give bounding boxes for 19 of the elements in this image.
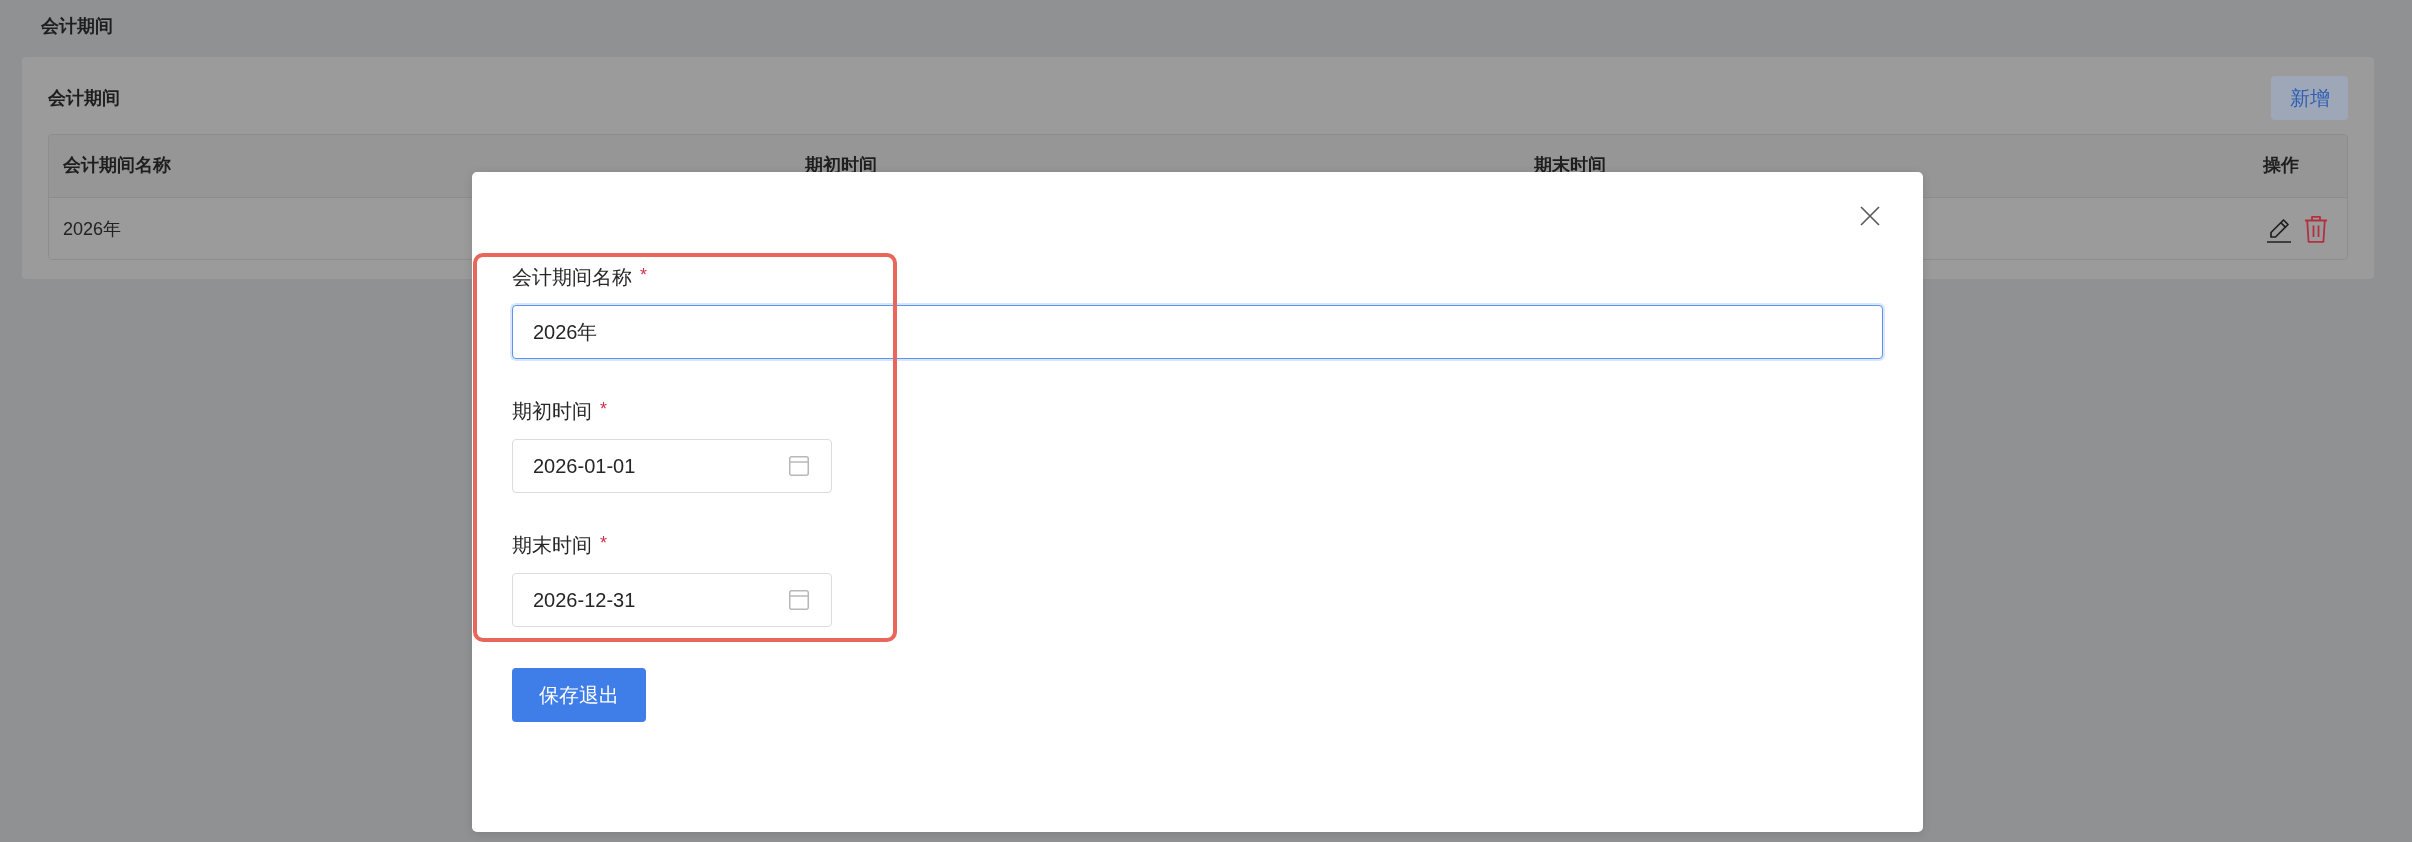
required-mark: * <box>640 266 647 284</box>
close-icon[interactable] <box>1860 206 1880 226</box>
field-label: 期末时间 <box>512 533 592 557</box>
required-mark: * <box>600 534 607 552</box>
required-mark: * <box>600 400 607 418</box>
calendar-icon <box>789 456 809 476</box>
date-field[interactable]: 2026-01-01 <box>512 439 832 493</box>
column-header: 操作 <box>2263 154 2299 177</box>
page-title: 会计期间 <box>40 15 113 38</box>
date-field[interactable]: 2026-12-31 <box>512 573 832 627</box>
table-cell-text: 2026年 <box>63 217 122 241</box>
field-label: 期初时间 <box>512 399 592 423</box>
card-title: 会计期间 <box>48 87 120 110</box>
column-header: 期末时间 <box>1534 154 1606 177</box>
save-button[interactable]: 保存退出 <box>512 668 646 722</box>
field-label: 会计期间名称 <box>512 265 632 289</box>
calendar-icon <box>789 590 809 610</box>
column-header: 会计期间名称 <box>63 154 171 177</box>
text-field[interactable]: 2026年 <box>512 305 1883 359</box>
